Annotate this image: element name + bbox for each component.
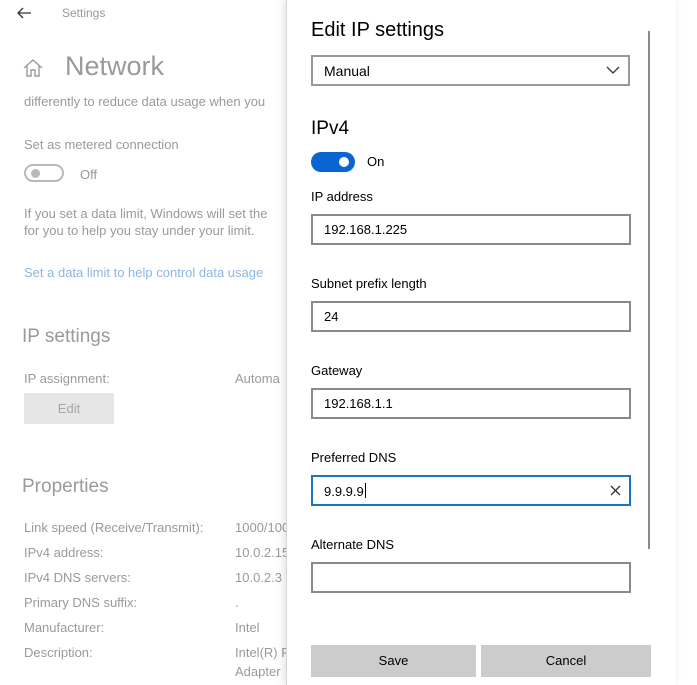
property-label: IPv4 DNS servers: — [24, 570, 131, 585]
property-value: Intel — [235, 620, 260, 635]
property-value: . — [235, 595, 239, 610]
gateway-input[interactable]: 192.168.1.1 — [311, 388, 631, 419]
data-limit-description: If you set a data limit, Windows will se… — [24, 205, 286, 239]
ip-address-input[interactable]: 192.168.1.225 — [311, 214, 631, 245]
properties-heading: Properties — [22, 476, 109, 497]
page-title: Network — [65, 51, 165, 81]
cancel-button[interactable]: Cancel — [481, 645, 651, 677]
property-label: Manufacturer: — [24, 620, 105, 635]
set-data-limit-link[interactable]: Set a data limit to help control data us… — [24, 265, 286, 280]
clear-icon[interactable] — [610, 485, 621, 496]
property-label: Description: — [24, 645, 93, 660]
alternate-dns-label: Alternate DNS — [311, 537, 395, 552]
data-limit-line-1: If you set a data limit, Windows will se… — [24, 206, 268, 221]
chevron-down-icon — [606, 66, 620, 74]
dialog-title: Edit IP settings — [311, 19, 445, 41]
save-button[interactable]: Save — [311, 645, 476, 677]
property-value: 10.0.2.15 — [235, 545, 286, 560]
property-label: Link speed (Receive/Transmit): — [24, 520, 204, 535]
subnet-prefix-input[interactable]: 24 — [311, 301, 631, 332]
app-title: Settings — [62, 6, 106, 20]
ip-settings-heading: IP settings — [22, 326, 111, 347]
property-value-line2: Adapter — [235, 664, 281, 679]
edit-ip-settings-dialog: Edit IP settings Manual IPv4 On IP addre… — [286, 0, 676, 685]
ip-address-value: 192.168.1.225 — [324, 222, 408, 237]
preferred-dns-input[interactable]: 9.9.9.9 — [311, 475, 631, 506]
ip-assignment-label: IP assignment: — [24, 371, 110, 386]
edit-ip-button[interactable]: Edit — [24, 393, 114, 424]
toggle-knob — [31, 169, 40, 178]
toggle-knob — [339, 157, 349, 167]
back-arrow-icon[interactable] — [14, 4, 34, 22]
metered-connection-toggle[interactable] — [24, 164, 64, 182]
preferred-dns-value: 9.9.9.9 — [324, 484, 364, 499]
ipv4-toggle[interactable] — [311, 152, 355, 172]
home-icon — [23, 59, 43, 77]
gateway-value: 192.168.1.1 — [324, 396, 393, 411]
metered-state-label: Off — [80, 167, 98, 182]
ip-mode-value: Manual — [324, 63, 370, 79]
property-value: Intel(R) P — [235, 645, 286, 660]
property-value: 1000/100 — [235, 520, 286, 535]
preferred-dns-value-wrap: 9.9.9.9 — [324, 483, 366, 499]
alternate-dns-input[interactable] — [311, 562, 631, 593]
property-value: 10.0.2.3 — [235, 570, 282, 585]
ip-assignment-value: Automa — [235, 371, 280, 386]
gateway-label: Gateway — [311, 363, 363, 378]
description-text: differently to reduce data usage when yo… — [24, 94, 266, 109]
data-limit-line-2: for you to help you stay under your limi… — [24, 223, 255, 238]
metered-connection-label: Set as metered connection — [24, 137, 179, 152]
ip-mode-select[interactable]: Manual — [311, 55, 630, 86]
ipv4-toggle-state: On — [367, 154, 385, 169]
dialog-scrollbar[interactable] — [648, 31, 650, 549]
property-label: Primary DNS suffix: — [24, 595, 138, 610]
subnet-prefix-value: 24 — [324, 309, 339, 324]
preferred-dns-label: Preferred DNS — [311, 450, 397, 465]
ip-address-label: IP address — [311, 189, 373, 204]
subnet-prefix-label: Subnet prefix length — [311, 276, 427, 291]
text-caret — [364, 483, 366, 498]
property-label: IPv4 address: — [24, 545, 104, 560]
ipv4-heading: IPv4 — [311, 118, 350, 139]
